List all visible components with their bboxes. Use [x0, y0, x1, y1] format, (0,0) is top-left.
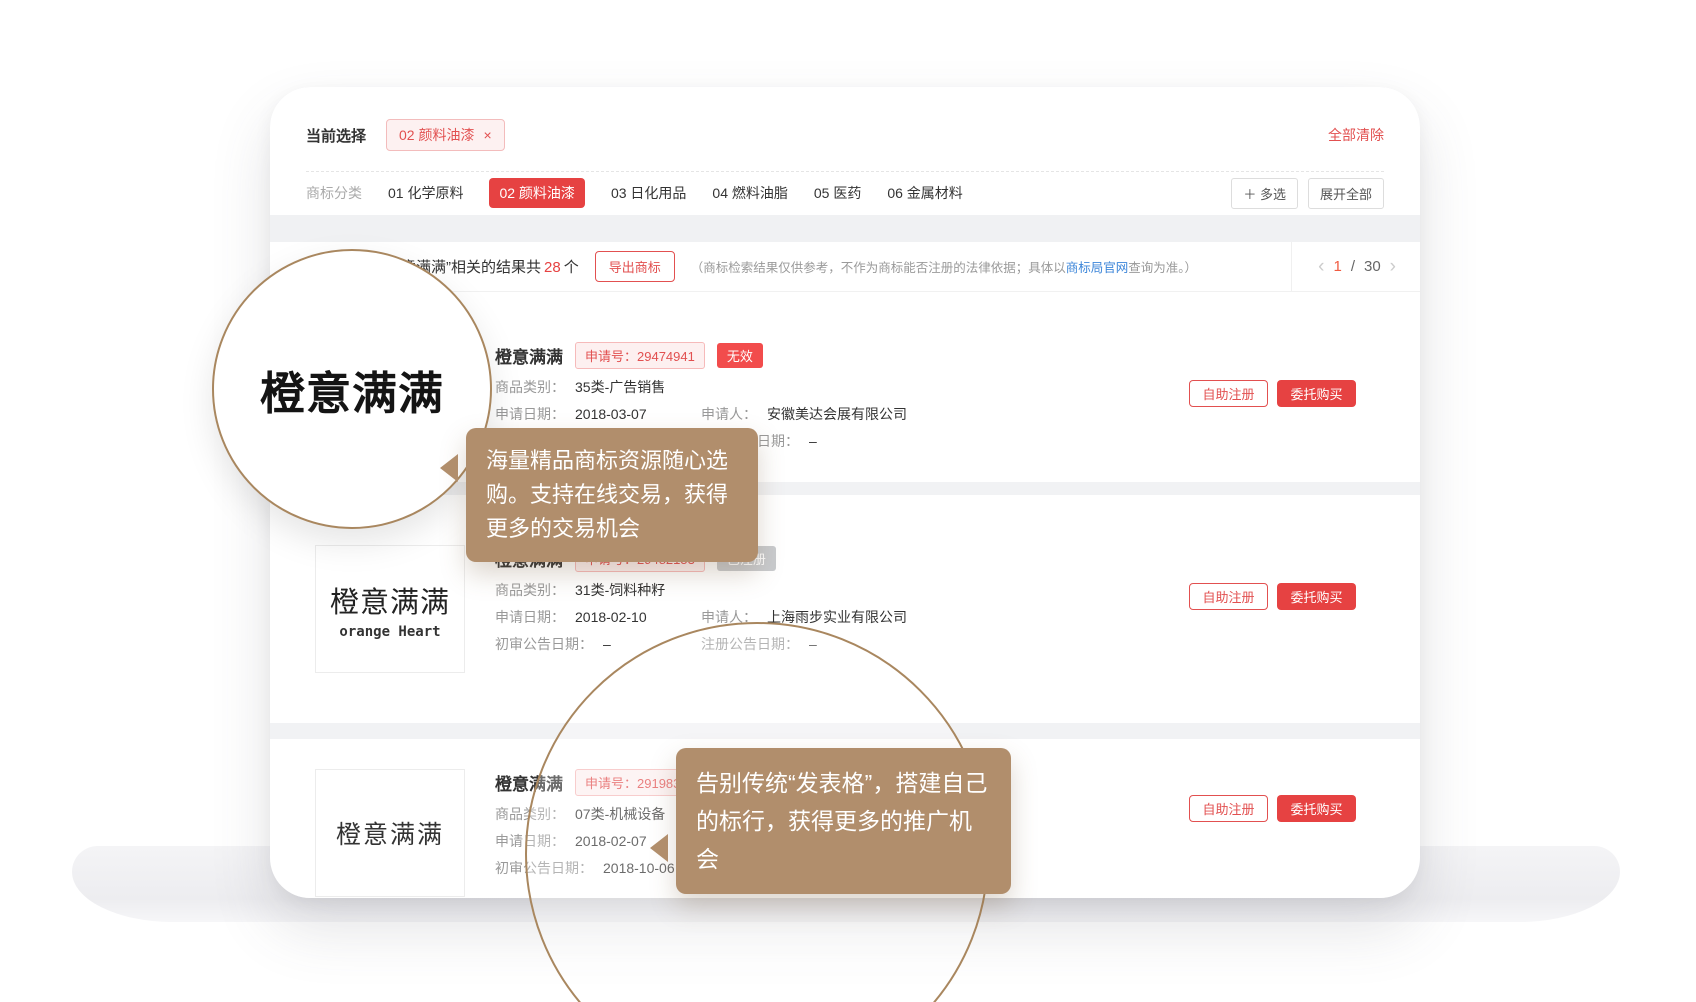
field-value: 2018-02-07 [575, 833, 647, 850]
field-value: 安徽美达会展有限公司 [767, 406, 907, 423]
trademark-image[interactable]: 橙意满满 orange Heart [315, 545, 465, 673]
field-value: 上海雨步实业有限公司 [767, 609, 907, 626]
page-separator: / [1351, 258, 1355, 275]
entrust-buy-button[interactable]: 委托购买 [1277, 380, 1356, 407]
field-value: 31类-饲料种籽 [575, 582, 665, 599]
category-item-02-selected[interactable]: 02 颜料油漆 [489, 178, 584, 208]
remove-filter-icon[interactable]: × [483, 128, 491, 142]
trademark-name[interactable]: 橙意满满 [495, 343, 563, 368]
row-separator [270, 723, 1420, 739]
application-number-tag: 申请号：29474941 [575, 342, 705, 369]
field-label: 初审公告日期： [495, 860, 593, 877]
callout-promotion: 告别传统“发表格”，搭建自己的标行，获得更多的推广机会 [676, 748, 1011, 894]
trademark-image-text: 橙意满满 [336, 815, 444, 851]
status-badge: 无效 [717, 343, 763, 368]
field-label: 申请日期： [495, 406, 565, 423]
field-label: 申请人： [701, 406, 757, 423]
current-selection-label: 当前选择 [306, 125, 366, 146]
export-trademarks-button[interactable]: 导出商标 [595, 251, 675, 282]
field-value: – [603, 636, 611, 653]
category-item-04[interactable]: 04 燃料油脂 [712, 183, 787, 203]
disclaimer-text-before: （商标检索结果仅供参考，不作为商标能否注册的法律依据；具体以 [691, 261, 1066, 275]
field-value: 2018-10-06 [603, 860, 675, 877]
trademark-name[interactable]: 橙意满满 [495, 770, 563, 795]
trademark-office-link[interactable]: 商标局官网 [1066, 261, 1129, 275]
clear-all-link[interactable]: 全部清除 [1328, 125, 1384, 145]
trademark-details: 橙意满满 申请号：29198321 商品类别：07类-机械设备 申请日期：201… [495, 769, 705, 898]
field-label: 申请人： [701, 609, 757, 626]
category-item-01[interactable]: 01 化学原料 [388, 183, 463, 203]
field-value: 2018-02-10 [575, 609, 647, 626]
application-number-label: 申请号： [585, 776, 637, 791]
self-register-button[interactable]: 自助注册 [1189, 795, 1268, 822]
page-total: 30 [1364, 258, 1381, 275]
application-number-value: 29474941 [637, 349, 695, 364]
category-bar-label: 商标分类 [306, 183, 362, 203]
page-next-icon[interactable]: › [1390, 257, 1396, 276]
trademark-image-cn-text: 橙意满满 [330, 579, 450, 621]
field-label: 注册公告日期： [701, 636, 799, 653]
field-label: 申请日期： [495, 609, 565, 626]
field-label: 初审公告日期： [495, 636, 593, 653]
multi-select-button[interactable]: ＋ 多选 [1231, 178, 1298, 209]
current-selection-bar: 当前选择 02 颜料油漆 × 全部清除 [306, 87, 1384, 171]
field-label: 申请日期： [495, 833, 565, 850]
trademark-image-en-text: orange Heart [339, 624, 440, 640]
trademark-image[interactable]: 橙意满满 [315, 769, 465, 897]
disclaimer-text-after: 查询为准。） [1128, 261, 1197, 275]
application-number-label: 申请号： [585, 349, 637, 364]
selected-filter-tag-label: 02 颜料油漆 [399, 125, 474, 145]
results-disclaimer: （商标检索结果仅供参考，不作为商标能否注册的法律依据；具体以商标局官网查询为准。… [691, 257, 1197, 276]
field-value: 2018-03-07 [575, 406, 647, 423]
selected-filter-tag[interactable]: 02 颜料油漆 × [386, 119, 505, 151]
page-current: 1 [1333, 258, 1341, 275]
category-bar: 商标分类 01 化学原料 02 颜料油漆 03 日化用品 04 燃料油脂 05 … [306, 172, 1384, 214]
self-register-button[interactable]: 自助注册 [1189, 380, 1268, 407]
field-value: – [809, 433, 817, 450]
page-prev-icon[interactable]: ‹ [1318, 257, 1324, 276]
table-row: 橙意满满 orange Heart 橙意满满 申请号：29482153 已注册 … [270, 495, 1420, 723]
category-item-03[interactable]: 03 日化用品 [611, 183, 686, 203]
results-summary-unit: 个 [564, 259, 579, 276]
magnified-trademark-text: 橙意满满 [260, 357, 444, 422]
field-value: 35类-广告销售 [575, 379, 665, 396]
magnifier-circle-top: 橙意满满 [212, 249, 492, 529]
field-label: 商品类别： [495, 806, 565, 823]
expand-all-button[interactable]: 展开全部 [1308, 178, 1384, 209]
field-value: – [809, 636, 817, 653]
pagination: ‹ 1 / 30 › [1291, 242, 1420, 291]
self-register-button[interactable]: 自助注册 [1189, 583, 1268, 610]
field-label: 商品类别： [495, 379, 565, 396]
field-label: 商品类别： [495, 582, 565, 599]
entrust-buy-button[interactable]: 委托购买 [1277, 795, 1356, 822]
category-item-05[interactable]: 05 医药 [814, 183, 861, 203]
trademark-details: 橙意满满 申请号：29482153 已注册 商品类别：31类-饲料种籽 申请日期… [495, 545, 907, 723]
field-value: 07类-机械设备 [575, 806, 665, 823]
entrust-buy-button[interactable]: 委托购买 [1277, 583, 1356, 610]
callout-marketplace: 海量精品商标资源随心选购。支持在线交易，获得更多的交易机会 [466, 428, 758, 562]
filter-panel: 当前选择 02 颜料油漆 × 全部清除 商标分类 01 化学原料 02 颜料油漆… [270, 87, 1420, 215]
page-canvas: 当前选择 02 颜料油漆 × 全部清除 商标分类 01 化学原料 02 颜料油漆… [0, 0, 1696, 1002]
results-count: 28 [544, 259, 561, 276]
category-item-06[interactable]: 06 金属材料 [887, 183, 962, 203]
